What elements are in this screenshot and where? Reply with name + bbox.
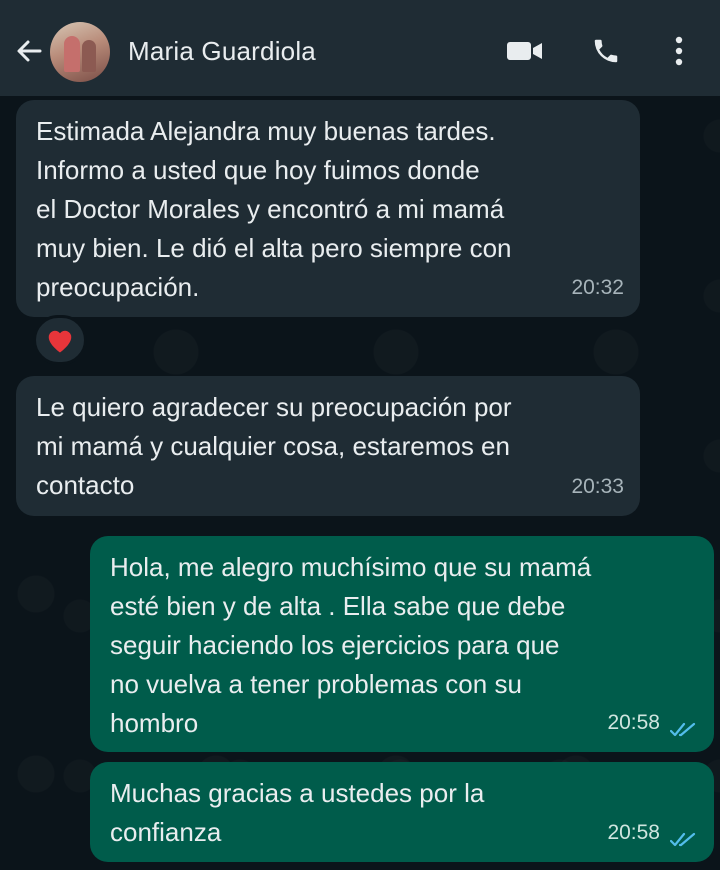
message-bubble-outgoing[interactable]: Hola, me alegro muchísimo que su mamá es…	[90, 536, 714, 752]
read-ticks-icon	[670, 722, 696, 737]
message-text: Hola, me alegro muchísimo que su mamá es…	[110, 552, 592, 738]
more-vert-icon[interactable]	[664, 36, 694, 66]
video-camera-icon[interactable]	[505, 36, 545, 66]
message-time: 20:33	[571, 475, 624, 498]
message-text: Le quiero agradecer su preocupación por …	[36, 392, 512, 500]
message-time: 20:32	[571, 276, 624, 299]
message-text: Estimada Alejandra muy buenas tardes. In…	[36, 116, 512, 302]
chat-header: Maria Guardiola	[0, 0, 720, 96]
message-time: 20:58	[607, 821, 660, 844]
message-text: Muchas gracias a ustedes por la confianz…	[110, 778, 485, 847]
arrow-left-icon[interactable]	[12, 34, 46, 68]
contact-avatar[interactable]	[50, 22, 110, 82]
message-time: 20:58	[607, 711, 660, 734]
reaction-heart-icon[interactable]	[33, 315, 87, 365]
message-bubble-incoming[interactable]: Le quiero agradecer su preocupación por …	[16, 376, 640, 516]
message-bubble-outgoing[interactable]: Muchas gracias a ustedes por la confianz…	[90, 762, 714, 862]
message-bubble-incoming[interactable]: Estimada Alejandra muy buenas tardes. In…	[16, 100, 640, 317]
contact-name[interactable]: Maria Guardiola	[128, 36, 316, 67]
read-ticks-icon	[670, 832, 696, 847]
phone-icon[interactable]	[588, 36, 624, 66]
